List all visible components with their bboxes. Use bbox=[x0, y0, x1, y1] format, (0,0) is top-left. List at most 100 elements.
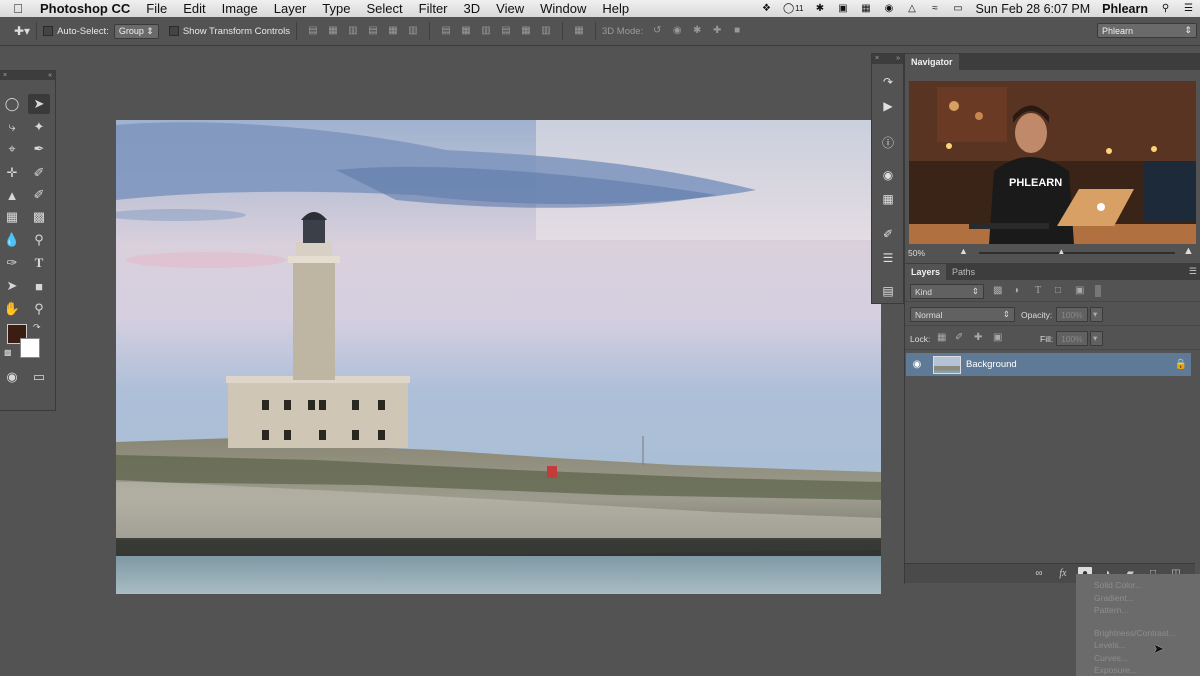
menu-item-pattern[interactable]: Pattern... bbox=[1076, 604, 1200, 617]
menu-item-exposure[interactable]: Exposure... bbox=[1076, 664, 1200, 676]
clock[interactable]: Sun Feb 28 6:07 PM bbox=[975, 2, 1090, 16]
rectangle-tool-icon[interactable]: ■ bbox=[28, 276, 50, 296]
fill-slider-toggle[interactable]: ▾ bbox=[1090, 331, 1103, 346]
magic-wand-tool-icon[interactable]: ✦ bbox=[28, 117, 50, 137]
menu-layer[interactable]: Layer bbox=[266, 0, 315, 17]
show-transform-checkbox[interactable] bbox=[168, 26, 179, 36]
user-name[interactable]: Phlearn bbox=[1102, 2, 1148, 16]
tools-panel-header[interactable]: × « bbox=[0, 71, 55, 80]
zoom-in-icon[interactable]: ▲ bbox=[1183, 245, 1194, 257]
menu-view[interactable]: View bbox=[488, 0, 532, 17]
lock-image-icon[interactable]: ✐ bbox=[955, 332, 963, 343]
pinwheel-icon[interactable]: ✱ bbox=[813, 3, 826, 14]
filter-type-icon[interactable]: T bbox=[1035, 285, 1041, 296]
record-icon[interactable]: ◉ bbox=[882, 3, 895, 14]
3d-drag-icon[interactable]: ✱ bbox=[691, 25, 703, 37]
elliptical-marquee-tool-icon[interactable]: ◯ bbox=[1, 94, 23, 114]
zoom-slider-thumb[interactable]: ▲ bbox=[1057, 248, 1065, 256]
eyedropper-tool-icon[interactable]: ✒ bbox=[28, 139, 50, 159]
auto-align-icon[interactable]: ▦ bbox=[573, 25, 585, 37]
align-right-icon[interactable]: ▥ bbox=[407, 25, 419, 37]
navigator-preview[interactable]: PHLEARN bbox=[909, 81, 1196, 244]
menu-item-levels[interactable]: Levels... bbox=[1076, 639, 1200, 652]
crop-tool-icon[interactable]: ⌖ bbox=[1, 139, 23, 159]
gradient-tool-icon[interactable]: ▩ bbox=[28, 207, 50, 227]
filter-kind-dropdown[interactable]: Kind ⇕ bbox=[910, 284, 984, 299]
distribute-hcenter-icon[interactable]: ▦ bbox=[520, 25, 532, 37]
3d-rotate-icon[interactable]: ↺ bbox=[651, 25, 663, 37]
history-panel-icon[interactable]: ↷ bbox=[879, 73, 897, 91]
creative-cloud-icon[interactable]: ◯ 11 bbox=[783, 3, 804, 14]
collapse-icon[interactable]: « bbox=[48, 71, 52, 80]
close-icon[interactable]: × bbox=[875, 54, 879, 64]
close-icon[interactable]: × bbox=[3, 71, 7, 80]
filter-smart-object-icon[interactable]: ▣ bbox=[1075, 285, 1084, 296]
wifi-icon[interactable]: ≈ bbox=[928, 3, 941, 14]
menu-file[interactable]: File bbox=[138, 0, 175, 17]
menu-item-brightness-contrast[interactable]: Brightness/Contrast... bbox=[1076, 627, 1200, 640]
move-tool-preset-icon[interactable]: ✚▾ bbox=[14, 24, 30, 38]
adjustments-panel-icon[interactable]: ☰ bbox=[879, 249, 897, 267]
menu-window[interactable]: Window bbox=[532, 0, 594, 17]
align-vertical-center-icon[interactable]: ▦ bbox=[327, 25, 339, 37]
healing-brush-tool-icon[interactable]: ✛ bbox=[1, 163, 23, 183]
filter-adjustment-icon[interactable]: ◑ bbox=[1013, 285, 1019, 296]
lock-icon[interactable]: 🔒 bbox=[1171, 359, 1191, 370]
lasso-tool-icon[interactable]: ⤷ bbox=[1, 117, 23, 137]
document-canvas[interactable] bbox=[116, 120, 881, 594]
menu-edit[interactable]: Edit bbox=[175, 0, 213, 17]
auto-select-dropdown[interactable]: Group ⇕ bbox=[113, 23, 159, 39]
path-selection-tool-icon[interactable]: ➤ bbox=[1, 276, 23, 296]
info-panel-icon[interactable]: ⓘ bbox=[879, 133, 897, 151]
actions-panel-icon[interactable]: ▶ bbox=[879, 97, 897, 115]
link-layers-icon[interactable]: ∞ bbox=[1032, 567, 1046, 581]
menu-item-gradient[interactable]: Gradient... bbox=[1076, 592, 1200, 605]
tab-navigator[interactable]: Navigator bbox=[905, 54, 959, 70]
menu-filter[interactable]: Filter bbox=[411, 0, 456, 17]
layer-name[interactable]: Background bbox=[966, 359, 1171, 370]
navigator-zoom-value[interactable]: 50% bbox=[908, 248, 925, 258]
spotlight-search-icon[interactable]: ⚲ bbox=[1159, 3, 1172, 14]
tab-paths[interactable]: Paths bbox=[946, 264, 981, 280]
notification-center-icon[interactable]: ☰ bbox=[1182, 3, 1195, 14]
dodge-tool-icon[interactable]: ⚲ bbox=[28, 230, 50, 250]
lock-all-icon[interactable]: ▣ bbox=[993, 332, 1002, 343]
panel-menu-icon[interactable]: ☰ bbox=[1189, 266, 1197, 277]
menu-3d[interactable]: 3D bbox=[456, 0, 489, 17]
app-menu[interactable]: Photoshop CC bbox=[36, 0, 138, 17]
menu-image[interactable]: Image bbox=[214, 0, 266, 17]
distribute-right-icon[interactable]: ▥ bbox=[540, 25, 552, 37]
move-tool-icon[interactable]: ➤ bbox=[28, 94, 50, 114]
filter-shape-icon[interactable]: □ bbox=[1055, 285, 1061, 296]
3d-slide-icon[interactable]: ✚ bbox=[711, 25, 723, 37]
expand-icon[interactable]: » bbox=[896, 54, 900, 64]
type-tool-icon[interactable]: T bbox=[28, 253, 50, 273]
zoom-tool-icon[interactable]: ⚲ bbox=[28, 299, 50, 319]
eraser-tool-icon[interactable]: ▦ bbox=[1, 207, 23, 227]
layer-row-background[interactable]: ◉ Background 🔒 bbox=[906, 353, 1191, 376]
3d-scale-icon[interactable]: ■ bbox=[731, 25, 743, 37]
align-top-icon[interactable]: ▤ bbox=[307, 25, 319, 37]
airplay-icon[interactable]: △ bbox=[905, 3, 918, 14]
menu-type[interactable]: Type bbox=[314, 0, 358, 17]
filter-toggle-icon[interactable] bbox=[1095, 285, 1101, 297]
align-horizontal-center-icon[interactable]: ▦ bbox=[387, 25, 399, 37]
menu-select[interactable]: Select bbox=[358, 0, 410, 17]
filter-pixel-icon[interactable]: ▩ bbox=[993, 285, 1002, 296]
3d-roll-icon[interactable]: ◉ bbox=[671, 25, 683, 37]
zoom-out-icon[interactable]: ▲ bbox=[959, 246, 968, 256]
battery-icon[interactable]: ▭ bbox=[951, 3, 964, 14]
layer-thumbnail[interactable] bbox=[933, 355, 961, 374]
hand-tool-icon[interactable]: ✋ bbox=[1, 299, 23, 319]
distribute-top-icon[interactable]: ▤ bbox=[440, 25, 452, 37]
display-icon[interactable]: ▦ bbox=[859, 3, 872, 14]
lock-transparent-icon[interactable]: ▦ bbox=[937, 332, 946, 343]
distribute-bottom-icon[interactable]: ▥ bbox=[480, 25, 492, 37]
distribute-vcenter-icon[interactable]: ▦ bbox=[460, 25, 472, 37]
menu-item-solid-color[interactable]: Solid Color... bbox=[1076, 579, 1200, 592]
screen-mode-icon[interactable]: ▭ bbox=[28, 367, 50, 387]
menu-help[interactable]: Help bbox=[594, 0, 637, 17]
align-left-icon[interactable]: ▤ bbox=[367, 25, 379, 37]
default-colors-icon[interactable]: ▩ bbox=[4, 348, 12, 357]
history-brush-tool-icon[interactable]: ✐ bbox=[28, 185, 50, 205]
